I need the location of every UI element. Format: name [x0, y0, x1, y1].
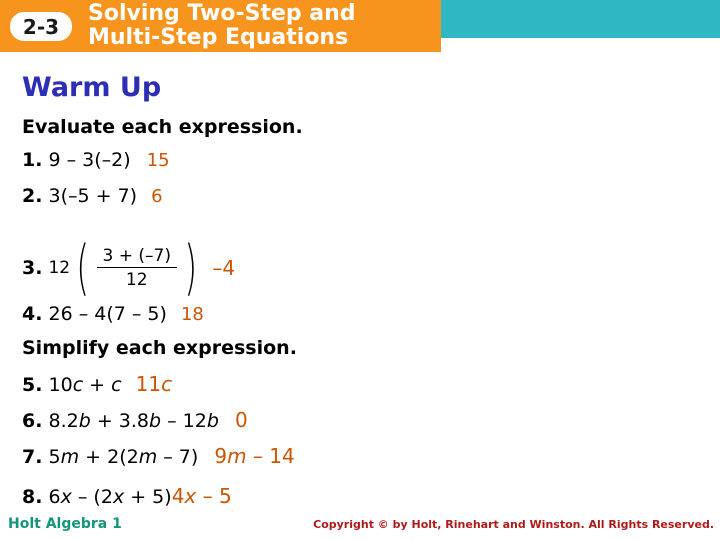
problem-5-coefficient: 10 — [48, 374, 73, 396]
left-paren-icon: ( — [76, 233, 90, 303]
problem-8-variable: x — [60, 486, 72, 508]
problem-2-number: 2. — [22, 185, 43, 207]
problem-1-expression: 9 – 3(–2) — [48, 149, 131, 171]
problem-8-number: 8. — [22, 486, 43, 508]
problem-7-coefficient: 5 — [48, 446, 61, 468]
page-title-line-2: Multi-Step Equations — [88, 25, 349, 50]
problem-item-3: 3. 12 ( 3 + (–7) 12 ) –4 — [22, 234, 235, 302]
problem-6-variable-a: b — [78, 410, 91, 432]
problem-4-number: 4. — [22, 303, 43, 325]
problem-7-tail: – 7) — [157, 446, 199, 468]
problem-7-answer-number: 9 — [214, 444, 228, 468]
problem-1-answer: 15 — [146, 150, 170, 171]
slide-header: 2-3 Solving Two-Step and Multi-Step Equa… — [0, 0, 720, 52]
right-paren-icon: ) — [184, 233, 198, 303]
problem-6-variable-b: b — [149, 410, 162, 432]
problem-8-tail: + 5) — [124, 486, 172, 508]
footer-book-title: Holt Algebra 1 — [8, 516, 122, 532]
problem-item-4: 4. 26 – 4(7 – 5) 18 — [22, 303, 204, 325]
problem-3-number: 3. — [22, 257, 43, 279]
problem-3-coefficient: 12 — [48, 258, 71, 278]
problem-2-expression: 3(–5 + 7) — [48, 185, 138, 207]
page-title: Solving Two-Step and Multi-Step Equation… — [88, 2, 438, 50]
problem-5-number: 5. — [22, 374, 43, 396]
problem-5-operator: + — [83, 374, 112, 396]
page-title-line-1: Solving Two-Step and — [88, 1, 356, 26]
problem-8-answer-number: 4 — [171, 484, 185, 508]
header-teal-strip — [441, 0, 720, 38]
problem-3-denominator: 12 — [125, 270, 148, 290]
header-teal-strip-underlay — [441, 38, 720, 52]
problem-6-number: 6. — [22, 410, 43, 432]
problem-6-variable-c: b — [206, 410, 219, 432]
instruction-simplify-text: Simplify each expression. — [22, 337, 297, 359]
problem-8-answer-variable: x — [184, 484, 197, 508]
problem-item-8: 8. 6x – (2x + 5)4x – 5 — [22, 484, 232, 508]
problem-6-term-b: + 3.8 — [90, 410, 149, 432]
instruction-simplify: Simplify each expression. — [22, 337, 297, 359]
footer-copyright: Copyright © by Holt, Rinehart and Winsto… — [313, 518, 714, 531]
problem-6-answer: 0 — [234, 408, 248, 432]
problem-3-answer: –4 — [212, 256, 236, 280]
problem-item-6: 6. 8.2b + 3.8b – 12b 0 — [22, 408, 248, 432]
instruction-evaluate-text: Evaluate each expression. — [22, 116, 303, 138]
problem-8-coefficient: 6 — [48, 486, 61, 508]
problem-5-variable-2: c — [111, 374, 122, 396]
problem-5-answer-variable: c — [161, 372, 173, 396]
problem-item-5: 5. 10c + c 11c — [22, 372, 172, 396]
problem-5-variable: c — [72, 374, 84, 396]
slide-footer: Holt Algebra 1 Copyright © by Holt, Rine… — [0, 510, 720, 540]
problem-7-middle: + 2(2 — [79, 446, 139, 468]
problem-7-variable-2: m — [138, 446, 158, 468]
problem-item-1: 1. 9 – 3(–2) 15 — [22, 149, 170, 171]
section-heading: Warm Up — [22, 72, 162, 103]
problem-8-middle: – (2 — [71, 486, 113, 508]
slide-content: Warm Up Evaluate each expression. 1. 9 –… — [0, 52, 720, 510]
problem-8-variable-2: x — [112, 486, 125, 508]
problem-5-answer-number: 11 — [135, 372, 162, 396]
problem-3-numerator: 3 + (–7) — [96, 246, 177, 268]
problem-item-2: 2. 3(–5 + 7) 6 — [22, 185, 163, 207]
problem-7-variable: m — [60, 446, 80, 468]
problem-4-answer: 18 — [180, 304, 204, 325]
problem-6-term-c: – 12 — [161, 410, 207, 432]
problem-2-answer: 6 — [151, 186, 163, 207]
lesson-number-badge: 2-3 — [10, 12, 72, 41]
problem-7-number: 7. — [22, 446, 43, 468]
problem-item-7: 7. 5m + 2(2m – 7) 9m – 14 — [22, 444, 295, 468]
problem-4-expression: 26 – 4(7 – 5) — [48, 303, 167, 325]
problem-3-fraction: 3 + (–7) 12 — [95, 246, 179, 290]
problem-6-term-a: 8.2 — [48, 410, 79, 432]
problem-8-answer-tail: – 5 — [196, 484, 232, 508]
problem-7-answer-tail: – 14 — [246, 444, 295, 468]
instruction-evaluate: Evaluate each expression. — [22, 116, 303, 138]
problem-7-answer-variable: m — [227, 444, 247, 468]
problem-1-number: 1. — [22, 149, 43, 171]
